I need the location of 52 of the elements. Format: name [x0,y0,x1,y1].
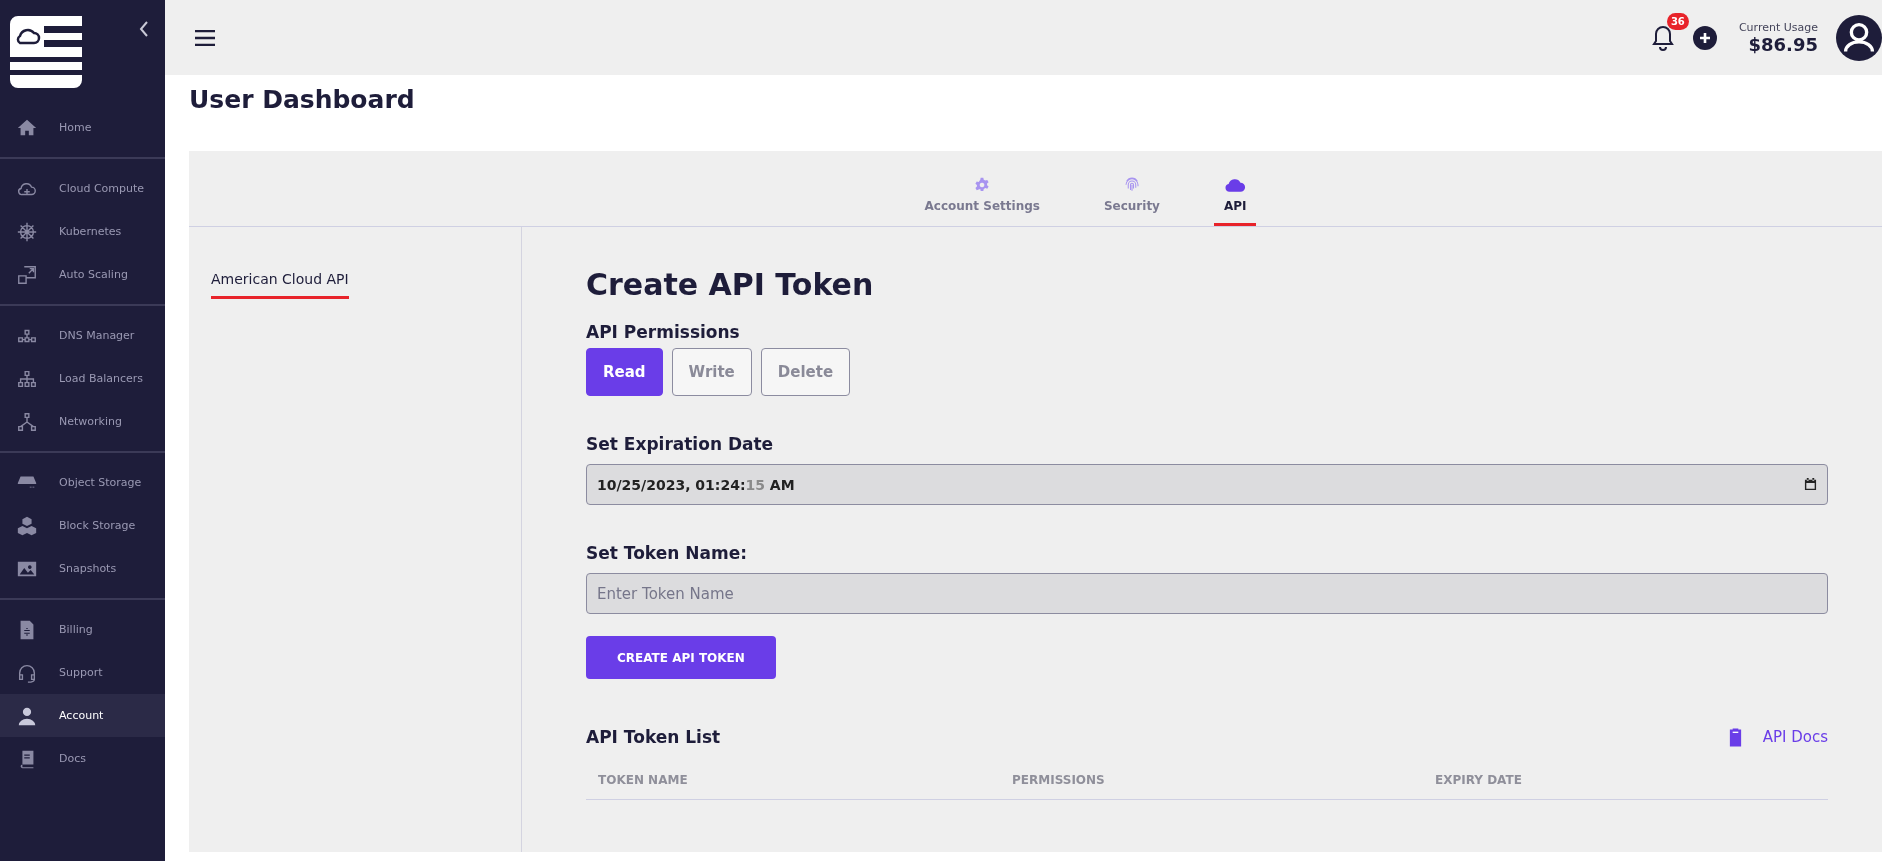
field-label: API Permissions [586,322,740,342]
bell-icon[interactable] [1650,24,1675,51]
tab[interactable]: API [1213,151,1257,226]
side-menu-item[interactable]: American Cloud API [211,271,349,299]
usage-amount: $86.95 [1748,33,1818,55]
permission-toggle[interactable]: Read [586,348,663,396]
column-header: PERMISSIONS [1012,773,1106,787]
sidebar-item[interactable]: Networking [0,400,165,443]
avatar-icon[interactable] [1836,14,1882,61]
api-docs-link[interactable]: API Docs [1727,727,1828,747]
resize-icon [16,263,38,286]
calendar-icon[interactable] [1804,478,1817,491]
field-label: Set Token Name: [586,543,747,563]
ship-wheel-icon [16,220,38,243]
gear-icon [974,177,991,193]
add-icon[interactable] [1692,25,1717,50]
page-title: User Dashboard [189,85,416,116]
list-title: API Token List [586,727,721,747]
permission-toggle[interactable]: Delete [760,348,851,396]
sidebar-item[interactable]: Account [0,694,165,737]
notification-badge: 36 [1666,12,1689,30]
sidebar-item[interactable]: Billing [0,608,165,651]
menu-icon[interactable] [195,29,215,46]
token-name-input[interactable]: Enter Token Name [586,573,1828,614]
usage-label: Current Usage [1738,20,1818,34]
clipboard-icon [1727,727,1743,747]
tab[interactable]: Security [1093,151,1170,226]
logo-icon [10,16,82,88]
network-icon [16,410,38,433]
cloud-icon [1224,176,1247,193]
field-label: Set Expiration Date [586,434,774,454]
sidebar-item[interactable]: DNS Manager [0,314,165,357]
sidebar-item[interactable]: Home [0,106,165,149]
sidebar-item[interactable]: Load Balancers [0,357,165,400]
sidebar-item[interactable]: Object Storage [0,461,165,504]
sidebar-item[interactable]: Snapshots [0,547,165,590]
sidebar-item[interactable]: Auto Scaling [0,253,165,296]
sidebar-item[interactable]: Block Storage [0,504,165,547]
sidebar-item[interactable]: Docs [0,737,165,780]
chevron-left-icon[interactable] [139,21,149,37]
sidebar-item[interactable]: Kubernetes [0,210,165,253]
column-header: EXPIRY DATE [1435,773,1523,787]
sidebar-item[interactable]: Cloud Compute [0,167,165,210]
permission-toggle[interactable]: Write [671,348,752,396]
sidebar-item[interactable]: Support [0,651,165,694]
date-input-field[interactable]: 10/25/2023, 01:24:15 AM [586,464,1828,505]
form-title: Create API Token [586,267,874,302]
cubes-icon [16,514,38,537]
create-token-button[interactable]: CREATE API TOKEN [586,636,776,679]
fingerprint-icon [1122,175,1141,193]
tab[interactable]: Account Settings [914,151,1050,226]
column-header: TOKEN NAME [598,773,689,787]
